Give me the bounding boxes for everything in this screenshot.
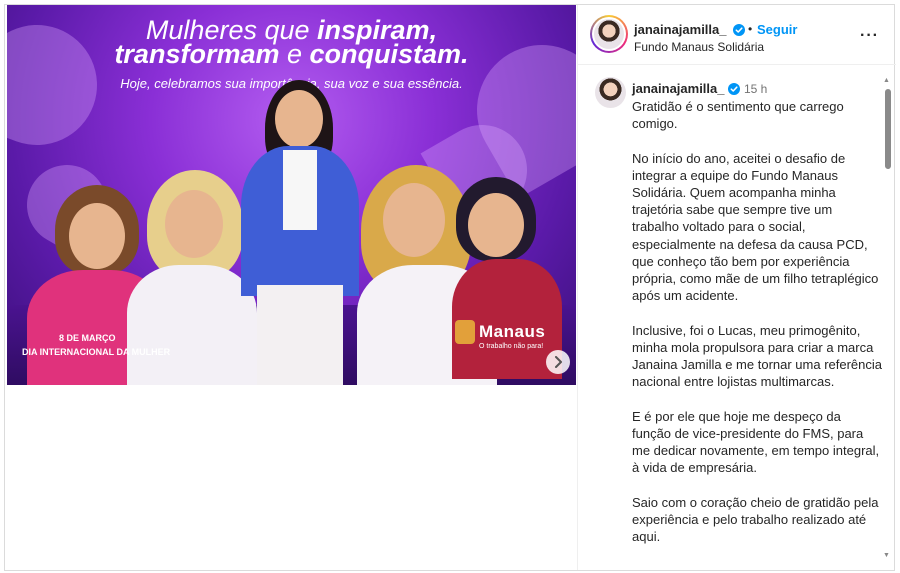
image-date-label: 8 DE MARÇO: [59, 333, 116, 343]
brand-seal-icon: [455, 320, 475, 344]
post-header: janainajamilla_ • Seguir Fundo Manaus So…: [578, 5, 896, 65]
post-dialog: Mulheres que inspiram, transformam e con…: [4, 4, 896, 571]
header-username[interactable]: janainajamilla_: [634, 22, 727, 37]
caption-paragraph: E é por ele que hoje me despeço da funçã…: [632, 408, 880, 476]
brand-name: Manaus: [479, 322, 546, 341]
chevron-right-icon: [555, 356, 562, 368]
comments-scrollbar[interactable]: ▲ ▼: [883, 77, 892, 562]
image-event-label: DIA INTERNACIONAL DA MULHER: [22, 347, 171, 357]
caption-paragraph: No início do ano, aceitei o desafio de i…: [632, 150, 879, 304]
comments-section: janainajamilla_ 15 h Gratidão é o sentim…: [578, 66, 896, 569]
post-location[interactable]: Fundo Manaus Solidária: [634, 40, 764, 54]
center-woman-top: [283, 150, 317, 230]
image-headline-2: transformam e conquistam.: [114, 39, 469, 69]
caption-paragraph: Saio com o coração cheio de gratidão pel…: [632, 494, 879, 545]
center-woman-pants: [257, 285, 343, 385]
more-options-icon[interactable]: ···: [860, 27, 879, 45]
follow-button[interactable]: Seguir: [757, 22, 797, 37]
scroll-down-arrow-icon[interactable]: ▼: [883, 552, 890, 559]
comment-username[interactable]: janainajamilla_: [632, 81, 725, 96]
separator-dot: •: [748, 22, 753, 36]
brand-slogan: O trabalho não para!: [479, 343, 544, 350]
post-caption: Gratidão é o sentimento que carrego comi…: [632, 98, 882, 562]
avatar[interactable]: [590, 15, 628, 53]
post-side-panel: janainajamilla_ • Seguir Fundo Manaus So…: [577, 5, 896, 570]
caption-paragraph: Inclusive, foi o Lucas, meu primogênito,…: [632, 322, 883, 390]
next-image-button[interactable]: [546, 350, 570, 374]
verified-badge-icon: [733, 24, 745, 36]
post-image[interactable]: Mulheres que inspiram, transformam e con…: [7, 5, 576, 385]
caption-paragraph: Gratidão é o sentimento que carrego comi…: [632, 99, 844, 132]
comment-time[interactable]: 15 h: [744, 82, 767, 96]
comment-avatar[interactable]: [595, 77, 626, 108]
scrollbar-thumb[interactable]: [885, 89, 891, 169]
avatar-photo: [594, 19, 624, 49]
verified-badge-icon: [728, 83, 740, 95]
scroll-up-arrow-icon[interactable]: ▲: [883, 77, 890, 84]
